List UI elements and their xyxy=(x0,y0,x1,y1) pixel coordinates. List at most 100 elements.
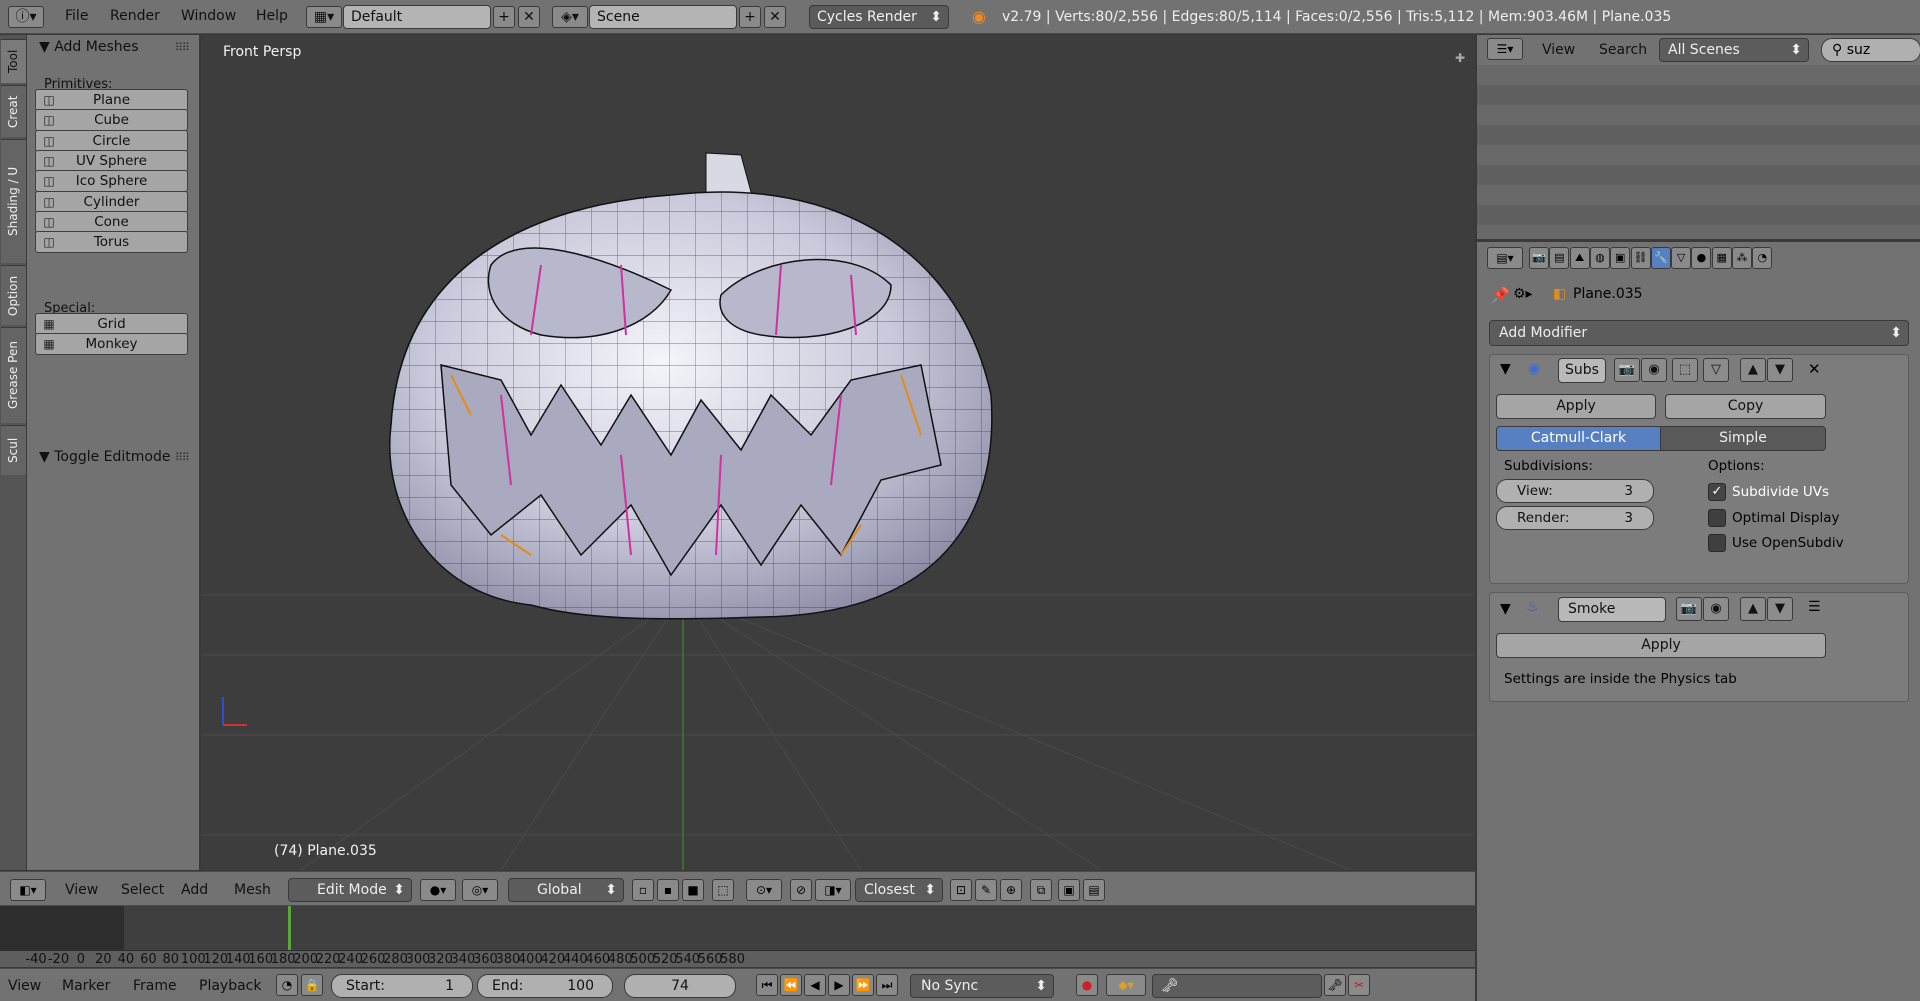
menu-file[interactable]: File xyxy=(65,8,88,24)
drag-grip-icon[interactable]: ⠿⠿ xyxy=(175,451,190,464)
keying-set-icon[interactable]: ◆▾ xyxy=(1106,974,1146,996)
drag-grip-icon[interactable]: ⠿⠿ xyxy=(175,41,190,54)
add-circle-button[interactable]: ◫ Circle xyxy=(35,129,188,152)
timeline-area[interactable] xyxy=(0,906,1475,950)
snap-align-icon[interactable]: ⊡ xyxy=(950,879,972,901)
editor-type-info-icon[interactable]: ⓘ▾ xyxy=(8,6,44,28)
vertex-select-icon[interactable]: ▫ xyxy=(632,879,654,901)
tab-grease-pencil[interactable]: Grease Pen xyxy=(1,327,26,423)
modifier-name-field[interactable]: Subs xyxy=(1558,358,1606,383)
snap-element-icon[interactable]: ◨▾ xyxy=(815,879,851,901)
move-up-icon[interactable]: ▲ xyxy=(1740,597,1766,621)
viewport-toggle-icon[interactable]: ◉ xyxy=(1703,597,1729,621)
apply-button[interactable]: Apply xyxy=(1496,633,1826,658)
keying-set-field[interactable]: 🗝 xyxy=(1152,974,1322,998)
end-frame-field[interactable]: End: 100 xyxy=(477,974,613,998)
shading-icon[interactable]: ●▾ xyxy=(420,879,456,901)
occlude-icon[interactable]: ⬚ xyxy=(712,879,734,901)
world-tab-icon[interactable]: ◍ xyxy=(1589,247,1610,269)
render-layers-tab-icon[interactable]: ▤ xyxy=(1549,247,1570,269)
editor-type-3d-icon[interactable]: ◧▾ xyxy=(10,879,46,901)
material-tab-icon[interactable]: ● xyxy=(1691,247,1712,269)
add-ico-sphere-button[interactable]: ◫ Ico Sphere xyxy=(35,170,188,193)
data-tab-icon[interactable]: ▽ xyxy=(1671,247,1692,269)
cage-toggle-icon[interactable]: ▽ xyxy=(1703,358,1729,382)
face-select-icon[interactable]: ■ xyxy=(682,879,704,901)
editmode-toggle-icon[interactable]: ⬚ xyxy=(1672,358,1698,382)
edge-select-icon[interactable]: ▪ xyxy=(657,879,679,901)
insert-keyframe-icon[interactable]: 🗝 xyxy=(1324,974,1346,996)
scene-tab-icon[interactable]: ⛰ xyxy=(1569,247,1590,269)
record-icon[interactable]: ● xyxy=(1076,974,1098,996)
opengl-anim-icon[interactable]: ▤ xyxy=(1083,879,1105,901)
remove-layout-icon[interactable]: ✕ xyxy=(518,6,540,28)
start-frame-field[interactable]: Start: 1 xyxy=(331,974,473,998)
outliner-search-input[interactable]: ⚲ suz xyxy=(1821,38,1920,62)
menu-add[interactable]: Add xyxy=(181,882,208,898)
add-plane-button[interactable]: ◫ Plane xyxy=(35,89,188,111)
lock-range-icon[interactable]: 🔒 xyxy=(301,974,323,996)
add-monkey-button[interactable]: ▦ Monkey xyxy=(35,333,188,356)
add-meshes-header[interactable]: ▼ Add Meshes xyxy=(39,39,139,55)
3d-viewport[interactable]: Front Persp (74) Plane.035 ✚ xyxy=(201,35,1475,870)
menu-select[interactable]: Select xyxy=(121,882,164,898)
physics-tab-icon[interactable]: ◔ xyxy=(1752,247,1773,269)
next-keyframe-icon[interactable]: ⏩ xyxy=(852,974,874,996)
add-modifier-select[interactable]: Add Modifier ⬍ xyxy=(1489,320,1909,346)
subdivide-uvs-checkbox[interactable]: ✓ xyxy=(1708,483,1726,501)
delete-keyframe-icon[interactable]: ✂ xyxy=(1348,974,1370,996)
tab-create[interactable]: Creat xyxy=(1,85,26,137)
editor-type-properties-icon[interactable]: ▤▾ xyxy=(1487,247,1523,269)
copy-button[interactable]: Copy xyxy=(1665,394,1826,419)
tab-sculpt[interactable]: Scul xyxy=(1,425,26,475)
particles-tab-icon[interactable]: ⁂ xyxy=(1732,247,1752,269)
jump-start-icon[interactable]: ⏮ xyxy=(756,974,778,996)
prev-keyframe-icon[interactable]: ⏪ xyxy=(780,974,802,996)
tab-shading-uv[interactable]: Shading / U xyxy=(1,139,26,263)
pivot-icon[interactable]: ◎▾ xyxy=(462,879,498,901)
snap-self-icon[interactable]: ⊕ xyxy=(1000,879,1022,901)
object-tab-icon[interactable]: ▣ xyxy=(1610,247,1631,269)
move-down-icon[interactable]: ▼ xyxy=(1767,358,1793,382)
menu-playback[interactable]: Playback xyxy=(199,978,261,994)
pin-icon[interactable]: 📌 xyxy=(1491,286,1510,304)
optimal-display-checkbox[interactable] xyxy=(1708,509,1726,527)
viewport-toggle-icon[interactable]: ◉ xyxy=(1641,358,1667,382)
remove-modifier-icon[interactable]: ✕ xyxy=(1808,360,1821,378)
play-reverse-icon[interactable]: ◀ xyxy=(804,974,826,996)
display-mode-select[interactable]: All Scenes ⬍ xyxy=(1659,38,1809,62)
proportional-icon[interactable]: ⊙▾ xyxy=(746,879,782,901)
apply-button[interactable]: Apply xyxy=(1496,394,1656,419)
opengl-render-icon[interactable]: ▣ xyxy=(1058,879,1080,901)
toggle-editmode-header[interactable]: ▼ Toggle Editmode xyxy=(39,449,171,465)
tab-catmull-clark[interactable]: Catmull-Clark xyxy=(1496,426,1661,451)
add-scene-icon[interactable]: + xyxy=(739,6,761,28)
timeline-ruler[interactable]: -40 -20 0 20 40 60 80 100 120 140 160 180 200 220 240 2… xyxy=(0,950,1475,967)
collapse-arrow-icon[interactable]: ▼ xyxy=(1500,601,1511,617)
preview-range-icon[interactable]: ◔ xyxy=(276,974,298,996)
menu-render[interactable]: Render xyxy=(110,8,160,24)
play-icon[interactable]: ▶ xyxy=(828,974,850,996)
pumpkin-mesh[interactable] xyxy=(389,152,993,620)
menu-view[interactable]: View xyxy=(1542,42,1575,58)
menu-marker[interactable]: Marker xyxy=(62,978,110,994)
render-toggle-icon[interactable]: 📷 xyxy=(1676,597,1702,621)
snap-target-select[interactable]: Closest ⬍ xyxy=(855,878,943,902)
move-up-icon[interactable]: ▲ xyxy=(1740,358,1766,382)
properties-toggle-icon[interactable]: ✚ xyxy=(1455,51,1465,65)
menu-window[interactable]: Window xyxy=(181,8,236,24)
modifier-name-field[interactable]: Smoke xyxy=(1558,597,1666,622)
add-uv-sphere-button[interactable]: ◫ UV Sphere xyxy=(35,149,188,172)
scene-browse-icon[interactable]: ◈▾ xyxy=(552,6,588,28)
modifier-menu-icon[interactable]: ☰ xyxy=(1808,599,1821,615)
render-tab-icon[interactable]: 📷 xyxy=(1529,247,1549,269)
jump-end-icon[interactable]: ⏭ xyxy=(876,974,898,996)
sync-mode-select[interactable]: No Sync ⬍ xyxy=(910,974,1054,998)
menu-view[interactable]: View xyxy=(8,978,41,994)
menu-mesh[interactable]: Mesh xyxy=(234,882,271,898)
layout-field[interactable]: Default xyxy=(343,5,491,29)
modifiers-tab-icon[interactable]: 🔧 xyxy=(1650,247,1671,269)
menu-search[interactable]: Search xyxy=(1599,42,1647,58)
render-toggle-icon[interactable]: 📷 xyxy=(1614,358,1640,382)
add-cylinder-button[interactable]: ◫ Cylinder xyxy=(35,190,188,213)
